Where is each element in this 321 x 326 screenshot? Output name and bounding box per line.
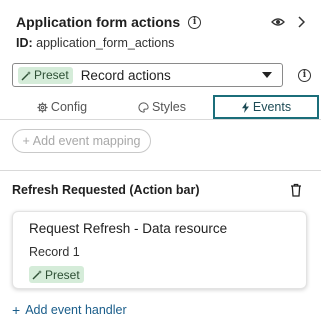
bolt-icon — [241, 101, 250, 113]
add-event-mapping-label: Add event mapping — [32, 134, 141, 148]
preset-badge: Preset — [18, 66, 73, 84]
preset-select[interactable]: Preset Record actions — [12, 63, 283, 87]
event-handler-subtitle: Record 1 — [29, 245, 80, 259]
section-divider — [0, 170, 321, 171]
plus-icon: + — [22, 134, 30, 148]
trash-icon[interactable] — [290, 183, 302, 197]
tab-bar: Config Styles Events — [12, 95, 319, 119]
tab-config-label: Config — [50, 100, 88, 114]
tabs-divider — [0, 119, 321, 120]
component-id: ID: application_form_actions — [16, 36, 307, 50]
gear-icon — [37, 101, 48, 113]
add-event-mapping-button[interactable]: + Add event mapping — [12, 129, 151, 153]
panel-title: Application form actions — [16, 14, 181, 30]
add-event-handler-label: Add event handler — [25, 303, 127, 317]
tab-styles[interactable]: Styles — [112, 95, 212, 119]
wand-icon — [21, 70, 32, 81]
plus-icon: + — [12, 302, 21, 318]
id-value: application_form_actions — [36, 36, 175, 50]
tab-styles-label: Styles — [151, 100, 187, 114]
preset-select-value: Record actions — [80, 67, 171, 83]
eye-icon[interactable] — [271, 15, 285, 29]
event-section-title: Refresh Requested (Action bar) — [12, 183, 200, 197]
id-label: ID: — [16, 36, 33, 50]
panel-header: Application form actions i ID: applicati… — [16, 12, 307, 56]
palette-icon — [138, 101, 149, 113]
handler-preset-badge-label: Preset — [45, 267, 80, 282]
event-handler-title: Request Refresh - Data resource — [29, 221, 228, 236]
chevron-right-icon[interactable] — [295, 15, 307, 29]
add-event-handler-link[interactable]: + Add event handler — [12, 302, 127, 318]
preset-badge-label: Preset — [34, 68, 69, 82]
wand-icon — [32, 269, 43, 280]
tab-config[interactable]: Config — [12, 95, 112, 119]
info-icon[interactable]: i — [188, 15, 202, 29]
handler-preset-badge: Preset — [29, 266, 84, 283]
tab-events-label: Events — [252, 100, 292, 114]
chevron-down-icon — [262, 72, 272, 78]
tab-events[interactable]: Events — [213, 95, 319, 119]
event-handler-card[interactable]: Request Refresh - Data resource Record 1… — [12, 211, 307, 289]
preset-info-icon[interactable]: i — [298, 69, 311, 82]
